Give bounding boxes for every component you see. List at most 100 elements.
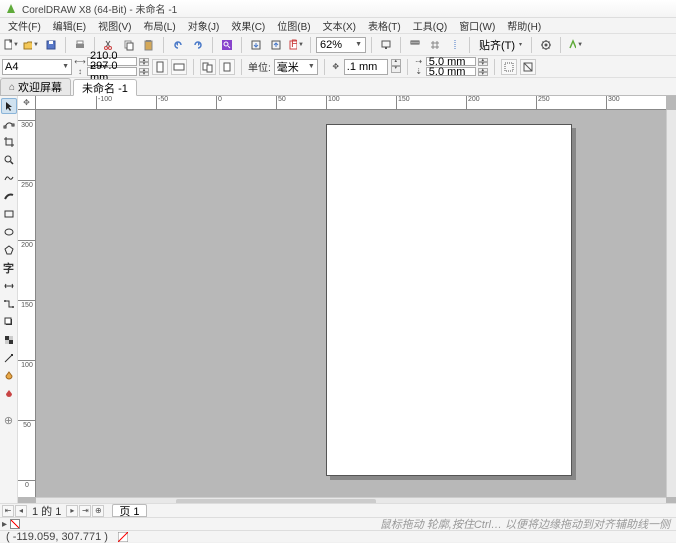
new-button[interactable]: ▼ xyxy=(2,36,20,54)
document-tab-label: 未命名 -1 xyxy=(82,80,128,96)
show-grid-button[interactable] xyxy=(426,36,444,54)
horizontal-ruler[interactable]: -100-50050100150200250300350 xyxy=(36,96,666,110)
width-spinner[interactable]: ▴▾ xyxy=(139,58,149,66)
import-button[interactable] xyxy=(247,36,265,54)
rectangle-tool[interactable] xyxy=(1,206,17,222)
separator xyxy=(469,37,470,53)
connector-tool[interactable] xyxy=(1,296,17,312)
snap-dropdown[interactable]: 贴齐(T)▾ xyxy=(475,37,526,53)
height-icon: ↕ xyxy=(75,68,85,76)
vertical-ruler[interactable]: 300250200150100500 xyxy=(18,110,36,497)
separator xyxy=(212,37,213,53)
menu-help[interactable]: 帮助(H) xyxy=(501,18,547,33)
separator xyxy=(193,59,194,75)
pick-tool[interactable] xyxy=(1,98,17,114)
eyedropper-tool[interactable] xyxy=(1,350,17,366)
units-select[interactable]: 毫米▼ xyxy=(274,59,318,75)
publish-pdf-button[interactable]: P▼ xyxy=(287,36,305,54)
dup-y-input[interactable]: 5.0 mm xyxy=(426,67,476,76)
polygon-tool[interactable] xyxy=(1,242,17,258)
undo-button[interactable] xyxy=(169,36,187,54)
expand-toolbox-button[interactable]: ⊕ xyxy=(1,412,17,428)
add-page-button[interactable]: ⊕ xyxy=(92,505,104,517)
status-bar: ( -119.059, 307.771 ) xyxy=(0,530,676,542)
interactive-fill-tool[interactable] xyxy=(1,368,17,384)
property-bar: A4▼ ⟷ 210.0 mm ▴▾ ↕ 297.0 mm ▴▾ 单位: 毫米▼ … xyxy=(0,56,676,78)
dup-x-spinner[interactable]: ▴▾ xyxy=(478,58,488,66)
height-spinner[interactable]: ▴▾ xyxy=(139,68,149,76)
print-button[interactable] xyxy=(71,36,89,54)
show-rulers-button[interactable] xyxy=(406,36,424,54)
units-value: 毫米 xyxy=(277,59,299,75)
separator xyxy=(65,37,66,53)
menu-bitmap[interactable]: 位图(B) xyxy=(271,18,316,33)
page-dimensions: ⟷ 210.0 mm ▴▾ ↕ 297.0 mm ▴▾ xyxy=(75,57,149,76)
separator xyxy=(163,37,164,53)
search-content-button[interactable] xyxy=(218,36,236,54)
save-button[interactable] xyxy=(42,36,60,54)
hint-bar: 鼠标拖动 轮廓,按住Ctrl… 以便将边缘拖动到对齐辅助线一侧 xyxy=(0,517,676,530)
zoom-level-input[interactable]: 62%▼ xyxy=(316,37,366,53)
shape-tool[interactable] xyxy=(1,116,17,132)
nudge-icon: ✥ xyxy=(331,63,341,71)
menu-tools[interactable]: 工具(Q) xyxy=(407,18,453,33)
first-page-button[interactable]: ⇤ xyxy=(2,505,14,517)
dup-y-spinner[interactable]: ▴▾ xyxy=(478,68,488,76)
separator xyxy=(310,37,311,53)
vertical-scrollbar[interactable] xyxy=(666,110,676,497)
launch-button[interactable]: ▼ xyxy=(566,36,584,54)
fill-none-indicator[interactable]: ▸ xyxy=(2,519,20,530)
transparency-tool[interactable] xyxy=(1,332,17,348)
ellipse-tool[interactable] xyxy=(1,224,17,240)
crop-tool[interactable] xyxy=(1,134,17,150)
prev-page-button[interactable]: ◂ xyxy=(15,505,27,517)
width-icon: ⟷ xyxy=(75,58,85,66)
drawing-surface[interactable] xyxy=(36,110,666,497)
export-button[interactable] xyxy=(267,36,285,54)
artistic-media-tool[interactable] xyxy=(1,188,17,204)
titlebar: CorelDRAW X8 (64-Bit) - 未命名 -1 xyxy=(0,0,676,18)
paste-button[interactable] xyxy=(140,36,158,54)
page[interactable] xyxy=(326,124,572,476)
open-options-button[interactable] xyxy=(520,59,536,75)
menu-file[interactable]: 文件(F) xyxy=(2,18,47,33)
menu-object[interactable]: 对象(J) xyxy=(182,18,226,33)
nudge-spinner[interactable]: ▴▾ xyxy=(391,59,401,75)
show-guidelines-button[interactable] xyxy=(446,36,464,54)
menu-window[interactable]: 窗口(W) xyxy=(453,18,501,33)
page-tab-1[interactable]: 页 1 xyxy=(112,504,146,517)
freehand-tool[interactable] xyxy=(1,170,17,186)
menu-table[interactable]: 表格(T) xyxy=(362,18,407,33)
menu-view[interactable]: 视图(V) xyxy=(92,18,137,33)
workspace: 字 ⊕ ✥ -100-50050100150200250300350 30025… xyxy=(0,96,676,507)
all-pages-button[interactable] xyxy=(200,59,216,75)
zoom-value: 62% xyxy=(320,39,342,51)
separator xyxy=(371,37,372,53)
open-button[interactable]: ▼ xyxy=(22,36,40,54)
redo-button[interactable] xyxy=(189,36,207,54)
options-button[interactable] xyxy=(537,36,555,54)
ruler-origin[interactable]: ✥ xyxy=(18,96,36,110)
landscape-button[interactable] xyxy=(171,59,187,75)
current-page-button[interactable] xyxy=(219,59,235,75)
text-tool[interactable]: 字 xyxy=(1,260,17,276)
menu-text[interactable]: 文本(X) xyxy=(317,18,362,33)
portrait-button[interactable] xyxy=(152,59,168,75)
menu-layout[interactable]: 布局(L) xyxy=(137,18,181,33)
next-page-button[interactable]: ▸ xyxy=(66,505,78,517)
page-size-select[interactable]: A4▼ xyxy=(2,59,72,75)
last-page-button[interactable]: ⇥ xyxy=(79,505,91,517)
nudge-value: .1 mm xyxy=(347,61,378,73)
nudge-input[interactable]: .1 mm xyxy=(344,59,388,75)
menu-effects[interactable]: 效果(C) xyxy=(225,18,271,33)
smart-fill-tool[interactable] xyxy=(1,386,17,402)
parallel-dimension-tool[interactable] xyxy=(1,278,17,294)
fullscreen-preview-button[interactable] xyxy=(377,36,395,54)
welcome-tab[interactable]: ⌂ 欢迎屏幕 xyxy=(0,78,71,95)
menu-edit[interactable]: 编辑(E) xyxy=(47,18,92,33)
drop-shadow-tool[interactable] xyxy=(1,314,17,330)
treat-as-filled-button[interactable] xyxy=(501,59,517,75)
document-tab[interactable]: 未命名 -1 xyxy=(73,79,137,96)
zoom-tool[interactable] xyxy=(1,152,17,168)
page-height-input[interactable]: 297.0 mm xyxy=(87,67,137,76)
